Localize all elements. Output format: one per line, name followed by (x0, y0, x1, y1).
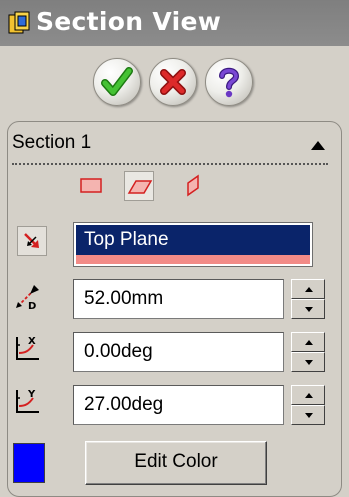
edit-color-button[interactable]: Edit Color (85, 441, 267, 485)
offset-distance-input[interactable] (74, 280, 283, 318)
top-plane-button[interactable] (124, 171, 154, 201)
offset-increment-button[interactable] (291, 279, 325, 299)
title-bar: Section View (0, 0, 349, 46)
rotation-y-input[interactable] (74, 386, 283, 424)
rotation-x-increment-button[interactable] (291, 332, 325, 352)
reference-plane-label: Top Plane (84, 229, 169, 250)
offset-distance-icon: D (13, 281, 43, 312)
rotation-x-decrement-button[interactable] (291, 352, 325, 372)
rotate-y-icon: Y (13, 386, 43, 416)
reverse-direction-button[interactable] (17, 226, 47, 256)
rotate-x-icon: X (13, 333, 43, 363)
spin-up-icon (305, 340, 313, 345)
rotation-y-decrement-button[interactable] (291, 405, 325, 425)
section-color-swatch (13, 443, 45, 483)
x-icon (160, 69, 186, 95)
section-title: Section 1 (12, 132, 92, 153)
rotation-x-input[interactable] (74, 333, 283, 371)
offset-distance-spinner[interactable] (291, 279, 325, 319)
help-button[interactable] (205, 58, 253, 106)
spin-down-icon (305, 360, 313, 365)
spin-down-icon (305, 413, 313, 418)
rotation-y-spinner[interactable] (291, 385, 325, 425)
checkmark-icon (101, 67, 133, 96)
section-divider (12, 163, 328, 165)
front-plane-button[interactable] (76, 171, 106, 201)
section-view-icon (8, 11, 30, 34)
ok-button[interactable] (93, 58, 141, 106)
rotation-x-spinner[interactable] (291, 332, 325, 372)
spin-up-icon (305, 287, 313, 292)
svg-text:X: X (28, 336, 36, 347)
window-title: Section View (36, 7, 222, 36)
cancel-button[interactable] (149, 58, 197, 106)
reference-plane-item[interactable]: Top Plane (76, 225, 310, 255)
reference-plane-list[interactable]: Top Plane (73, 222, 313, 267)
reference-preview-strip (76, 255, 310, 264)
rotation-y-increment-button[interactable] (291, 385, 325, 405)
svg-text:Y: Y (27, 389, 36, 400)
top-plane-icon (127, 180, 153, 194)
right-plane-button[interactable] (178, 171, 208, 201)
front-plane-icon (80, 178, 102, 193)
offset-distance-field[interactable] (73, 279, 284, 319)
spin-up-icon (305, 393, 313, 398)
collapse-up-icon[interactable] (311, 141, 325, 150)
reverse-direction-icon (24, 233, 39, 248)
svg-text:D: D (28, 301, 36, 311)
spin-down-icon (305, 307, 313, 312)
rotation-x-field[interactable] (73, 332, 284, 372)
right-plane-icon (187, 174, 199, 197)
offset-decrement-button[interactable] (291, 299, 325, 319)
rotation-y-field[interactable] (73, 385, 284, 425)
question-icon (219, 67, 240, 98)
